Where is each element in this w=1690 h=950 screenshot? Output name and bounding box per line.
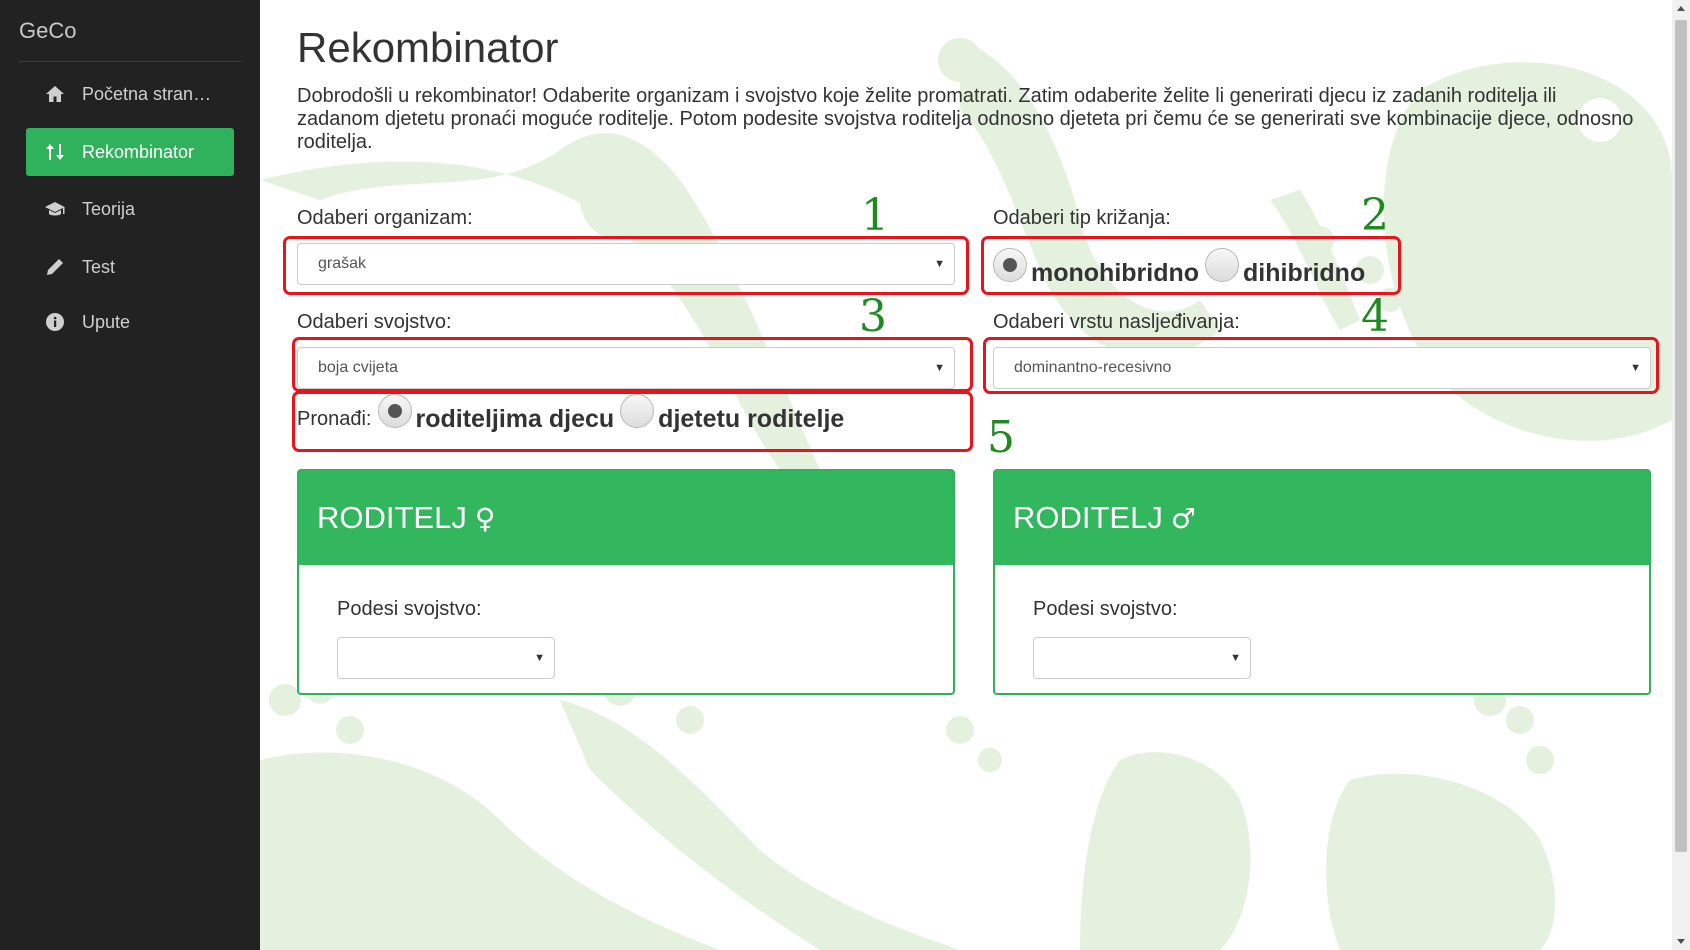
sidebar-item-label: Test: [82, 256, 116, 277]
scroll-down-arrow-icon[interactable]: [1672, 932, 1690, 950]
annotation-box-1: [283, 236, 969, 295]
female-symbol-icon: ♀: [474, 501, 496, 535]
scroll-up-arrow-icon[interactable]: [1672, 0, 1690, 18]
parent-male-trait-select[interactable]: ▼: [1033, 637, 1251, 679]
annotation-number-3: 3: [859, 291, 887, 342]
vertical-scrollbar[interactable]: [1672, 0, 1690, 950]
cross-type-label: Odaberi tip križanja:: [993, 207, 1171, 229]
inheritance-label: Odaberi vrstu nasljeđivanja:: [993, 311, 1240, 333]
sidebar: GeCo Početna stran… Rekombinator Teorija…: [0, 0, 260, 950]
annotation-box-4: [983, 337, 1659, 394]
sidebar-item-upute[interactable]: Upute: [26, 298, 234, 346]
dropdown-caret-icon: ▼: [1230, 652, 1241, 664]
parent-male-panel: RODITELJ ♂ Podesi svojstvo: ▼: [993, 469, 1651, 695]
sidebar-divider: [19, 61, 241, 62]
parent-female-panel: RODITELJ ♀ Podesi svojstvo: ▼: [297, 469, 955, 695]
trait-label: Odaberi svojstvo:: [297, 311, 452, 333]
intro-text: Dobrodošli u rekombinator! Odaberite org…: [297, 85, 1634, 153]
sidebar-item-label: Rekombinator: [82, 141, 195, 162]
annotation-box-2: [981, 236, 1401, 295]
male-symbol-icon: ♂: [1170, 501, 1196, 535]
organism-label: Odaberi organizam:: [297, 207, 473, 229]
parent-female-trait-label: Podesi svojstvo:: [337, 598, 482, 620]
sidebar-item-label: Početna stran…: [82, 83, 212, 104]
annotation-number-1: 1: [861, 190, 889, 241]
sidebar-item-rekombinator[interactable]: Rekombinator: [26, 128, 234, 176]
annotation-number-5: 5: [987, 412, 1015, 463]
sidebar-item-test[interactable]: Test: [26, 243, 234, 291]
scrollbar-thumb[interactable]: [1675, 20, 1687, 852]
sidebar-item-teorija[interactable]: Teorija: [26, 185, 234, 233]
pencil-icon: [44, 256, 66, 278]
sidebar-item-label: Upute: [82, 311, 131, 332]
annotation-number-4: 4: [1361, 291, 1389, 342]
annotation-box-3: [292, 337, 973, 392]
annotation-box-5: [292, 391, 973, 452]
sidebar-item-home[interactable]: Početna stran…: [26, 70, 234, 118]
parent-female-trait-select[interactable]: ▼: [337, 637, 555, 679]
sidebar-item-label: Teorija: [82, 198, 136, 219]
info-circle-icon: [44, 311, 66, 333]
home-icon: [44, 83, 66, 105]
parent-male-trait-label: Podesi svojstvo:: [1033, 598, 1178, 620]
sort-arrows-icon: [44, 141, 66, 163]
parent-female-panel-header: RODITELJ ♀: [299, 471, 953, 565]
page-title: Rekombinator: [297, 24, 559, 71]
parent-female-title: RODITELJ: [317, 500, 467, 535]
brand-logo-text[interactable]: GeCo: [19, 18, 76, 44]
parent-male-panel-header: RODITELJ ♂: [995, 471, 1649, 565]
parent-male-title: RODITELJ: [1013, 500, 1163, 535]
annotation-number-2: 2: [1361, 190, 1389, 241]
graduation-cap-icon: [44, 198, 66, 220]
dropdown-caret-icon: ▼: [534, 652, 545, 664]
